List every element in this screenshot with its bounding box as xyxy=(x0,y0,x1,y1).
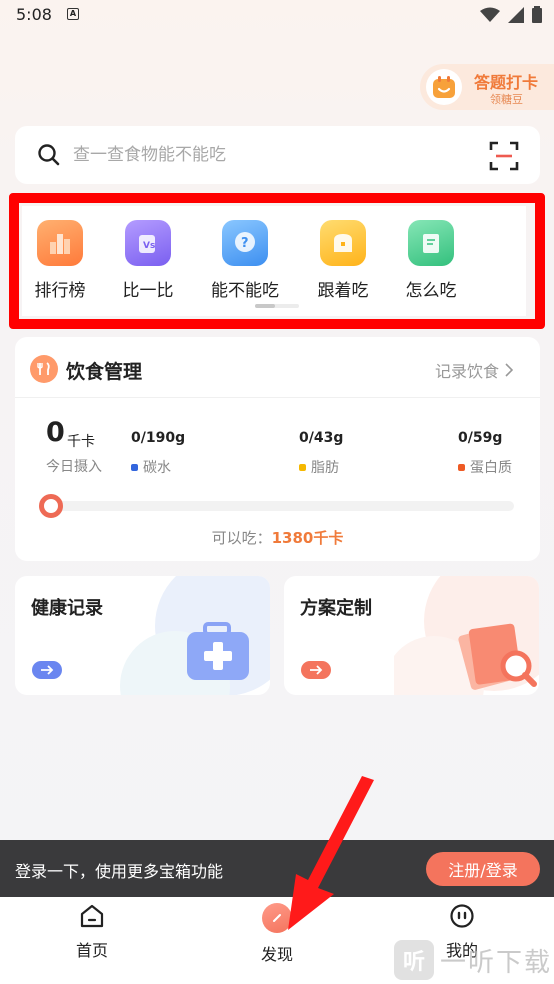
progress-knob xyxy=(39,494,63,518)
nav-label: 首页 xyxy=(75,941,108,960)
can-eat-label: 可以吃： xyxy=(211,529,272,547)
card-title: 健康记录 xyxy=(31,598,103,619)
divider xyxy=(15,397,540,398)
register-login-button[interactable]: 注册/登录 xyxy=(426,852,540,886)
status-time: 5:08 xyxy=(16,5,52,24)
watermark-text: 一听下载 xyxy=(440,947,553,978)
scan-icon[interactable] xyxy=(489,141,519,171)
can-eat-value: 1380千卡 xyxy=(271,529,344,547)
carbs-value: 0/190g xyxy=(131,430,186,446)
card-title: 方案定制 xyxy=(300,598,372,619)
quiz-subtitle: 领糖豆 xyxy=(490,93,523,106)
calorie-progress-bar xyxy=(39,501,514,511)
search-bar[interactable] xyxy=(15,126,540,184)
record-diet-label: 记录饮食 xyxy=(435,362,500,381)
nav-label: 发现 xyxy=(260,945,293,964)
login-prompt-bar: 登录一下，使用更多宝箱功能 注册/登录 xyxy=(0,840,554,897)
kcal-unit: 千卡 xyxy=(67,434,95,450)
fat-label: 脂肪 xyxy=(299,457,339,477)
document-search-icon xyxy=(458,623,537,690)
watermark-logo: 听 xyxy=(394,940,434,980)
search-input[interactable] xyxy=(73,140,453,170)
battery-icon xyxy=(532,6,542,23)
health-record-card[interactable]: 健康记录 xyxy=(15,576,270,695)
status-icons xyxy=(480,6,542,23)
signal-icon xyxy=(508,6,524,23)
login-prompt-text: 登录一下，使用更多宝箱功能 xyxy=(15,862,224,881)
arrow-right-icon xyxy=(32,661,62,679)
diet-title: 饮食管理 xyxy=(66,361,143,383)
quiz-checkin-badge[interactable]: 答题打卡 领糖豆 xyxy=(420,64,554,110)
calendar-icon xyxy=(426,69,462,105)
protein-value: 0/59g xyxy=(458,430,503,446)
can-eat-text: 可以吃：1380千卡 xyxy=(15,527,540,548)
quiz-title: 答题打卡 xyxy=(474,73,539,92)
wifi-icon xyxy=(480,7,500,22)
home-icon xyxy=(80,904,104,928)
chevron-right-icon xyxy=(505,363,514,377)
fat-value: 0/43g xyxy=(299,430,344,446)
notification-icon: A xyxy=(67,8,79,20)
watermark: 听 一听下载 xyxy=(394,940,552,980)
medical-kit-icon xyxy=(187,622,249,680)
kcal-value: 0 xyxy=(46,417,65,448)
plan-customize-card[interactable]: 方案定制 xyxy=(284,576,539,695)
cutlery-icon xyxy=(30,355,58,383)
carbs-label: 碳水 xyxy=(131,457,171,477)
today-intake-label: 今日摄入 xyxy=(46,459,102,475)
nav-item-home[interactable]: 首页 xyxy=(47,903,137,961)
record-diet-link[interactable]: 记录饮食 xyxy=(435,358,514,382)
highlight-annotation xyxy=(9,193,545,329)
annotation-arrow xyxy=(288,776,374,930)
diet-management-card: 饮食管理 记录饮食 0 千卡 今日摄入 0/190g 碳水 0/43g 脂肪 0… xyxy=(15,337,540,561)
status-bar: 5:08 A xyxy=(0,0,554,32)
search-icon xyxy=(38,144,60,166)
protein-label: 蛋白质 xyxy=(458,457,512,477)
arrow-right-icon xyxy=(301,661,331,679)
profile-icon xyxy=(450,904,474,928)
